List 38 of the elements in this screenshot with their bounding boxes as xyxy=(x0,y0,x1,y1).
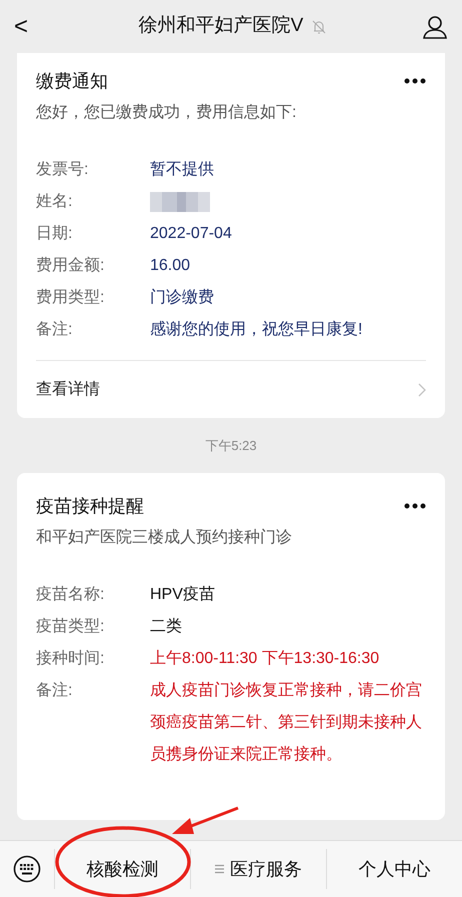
annotation-arrow xyxy=(172,806,239,834)
field-label: 疫苗类型: xyxy=(36,616,106,637)
field-label: 发票号: xyxy=(36,160,90,180)
field-value: 上午8:00-11:30 下午13:30-16:30 xyxy=(150,650,380,667)
field-value: HPV疫苗 xyxy=(150,586,215,603)
field-label: 姓名: xyxy=(36,192,74,212)
field-label: 疫苗名称: xyxy=(36,584,106,605)
back-button[interactable]: < xyxy=(14,8,44,44)
field-value: 感谢您的使用，祝您早日康复! xyxy=(150,321,362,338)
field-value: 二类 xyxy=(150,618,182,635)
menu-button[interactable]: 个人中心 xyxy=(326,849,462,889)
field-value: 暂不提供 xyxy=(150,161,214,178)
field-label: 备注: xyxy=(36,680,74,701)
field-value: 成人疫苗门诊恢复正常接种，请二价宫颈癌疫苗第二针、第三针到期未接种人员携身份证来院正常接种。 xyxy=(150,682,422,763)
menu-icon xyxy=(215,864,224,874)
chevron-right-icon xyxy=(418,382,426,396)
field-label: 备注: xyxy=(36,320,74,340)
card-subtitle: 您好，您已缴费成功，费用信息如下: xyxy=(36,102,298,123)
field-value: 2022-07-04 xyxy=(150,225,232,242)
field-label: 费用金额: xyxy=(36,256,106,276)
more-icon[interactable] xyxy=(404,503,426,509)
more-icon[interactable] xyxy=(404,78,426,84)
details-link[interactable]: 查看详情 xyxy=(36,378,100,402)
field-label: 日期: xyxy=(36,224,74,244)
redacted-text xyxy=(150,192,210,212)
keyboard-icon[interactable] xyxy=(13,855,41,883)
field-value: 16.00 xyxy=(150,257,190,274)
card-title: 疫苗接种提醒 xyxy=(36,495,144,518)
card-subtitle: 和平妇产医院三楼成人预约接种门诊 xyxy=(36,528,293,548)
profile-icon[interactable] xyxy=(422,14,448,40)
menu-button[interactable]: 医疗服务 xyxy=(190,849,326,889)
timestamp: 下午5:23 xyxy=(205,436,257,455)
field-label: 接种时间: xyxy=(36,648,106,669)
card-title: 缴费通知 xyxy=(36,70,108,93)
field-label: 费用类型: xyxy=(36,288,106,308)
menu-button[interactable]: 核酸检测 xyxy=(54,849,190,889)
field-value: 门诊缴费 xyxy=(150,289,214,306)
chat-title: 徐州和平妇产医院V xyxy=(138,14,304,38)
